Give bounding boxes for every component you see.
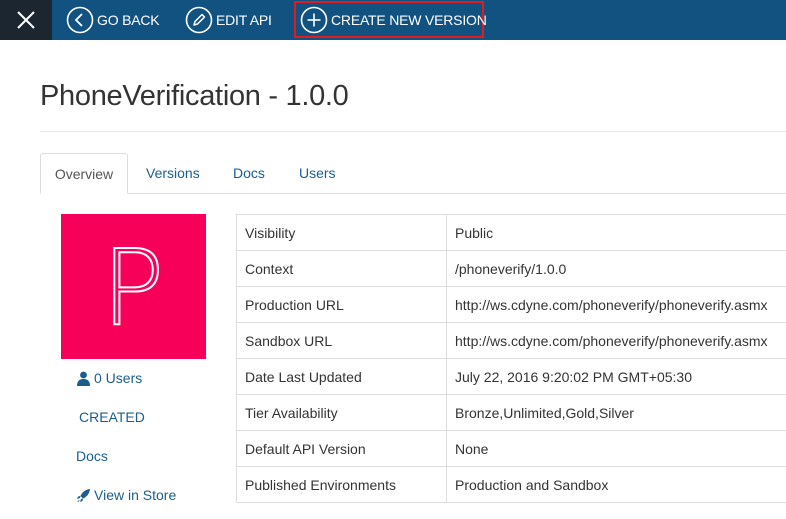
table-row: Date Last Updated July 22, 2016 9:20:02 … [236, 358, 786, 395]
row-key: Visibility [236, 214, 447, 251]
chevron-left-circle-icon [66, 6, 94, 34]
table-row: Tier Availability Bronze,Unlimited,Gold,… [236, 394, 786, 431]
row-value: Bronze,Unlimited,Gold,Silver [446, 394, 786, 431]
api-details-table: Visibility Public Context /phoneverify/1… [236, 214, 786, 503]
view-in-store-link[interactable]: View in Store [76, 487, 176, 503]
table-row: Published Environments Production and Sa… [236, 466, 786, 503]
table-row: Visibility Public [236, 214, 786, 251]
view-in-store-label: View in Store [94, 487, 177, 503]
title-divider [40, 131, 786, 132]
row-value: Production and Sandbox [446, 466, 786, 503]
rocket-icon [77, 488, 90, 502]
table-row: Context /phoneverify/1.0.0 [236, 250, 786, 287]
row-key: Date Last Updated [236, 358, 447, 395]
page-title: PhoneVerification - 1.0.0 [40, 80, 349, 112]
create-new-version-label: CREATE NEW VERSION [331, 11, 487, 28]
close-icon [17, 11, 35, 29]
tab-users[interactable]: Users [299, 153, 336, 194]
row-value: /phoneverify/1.0.0 [446, 250, 786, 287]
thumbnail-letter: P [101, 226, 166, 350]
top-toolbar: GO BACK EDIT API CREATE NEW VERSION [0, 0, 786, 40]
tab-bar: Overview Versions Docs Users [40, 153, 786, 194]
row-key: Published Environments [236, 466, 447, 503]
row-key: Tier Availability [236, 394, 447, 431]
users-count-link[interactable]: 0 Users [76, 370, 142, 386]
row-value: http://ws.cdyne.com/phoneverify/phonever… [446, 322, 786, 359]
row-key: Default API Version [236, 430, 447, 467]
row-value: http://ws.cdyne.com/phoneverify/phonever… [446, 286, 786, 323]
row-value: July 22, 2016 9:20:02 PM GMT+05:30 [446, 358, 786, 395]
tab-docs[interactable]: Docs [233, 153, 265, 194]
row-value: Public [446, 214, 786, 251]
svg-text:P: P [102, 227, 165, 349]
table-row: Production URL http://ws.cdyne.com/phone… [236, 286, 786, 323]
pencil-circle-icon [185, 6, 213, 34]
edit-api-label: EDIT API [216, 12, 272, 28]
go-back-label: GO BACK [97, 12, 160, 28]
api-thumbnail: P [61, 214, 206, 359]
row-key: Production URL [236, 286, 447, 323]
table-row: Default API Version None [236, 430, 786, 467]
row-key: Context [236, 250, 447, 287]
plus-circle-icon [300, 6, 328, 34]
lifecycle-status: CREATED [79, 409, 145, 425]
row-key: Sandbox URL [236, 322, 447, 359]
table-row: Sandbox URL http://ws.cdyne.com/phonever… [236, 322, 786, 359]
close-button[interactable] [0, 0, 52, 40]
docs-link[interactable]: Docs [76, 448, 108, 464]
edit-api-button[interactable]: EDIT API [185, 0, 272, 40]
create-new-version-button[interactable]: CREATE NEW VERSION [294, 1, 487, 38]
tab-versions[interactable]: Versions [146, 153, 200, 194]
row-value: None [446, 430, 786, 467]
user-icon [77, 371, 90, 386]
users-count-label: 0 Users [94, 370, 143, 386]
go-back-button[interactable]: GO BACK [66, 0, 160, 40]
tab-overview[interactable]: Overview [40, 153, 128, 194]
